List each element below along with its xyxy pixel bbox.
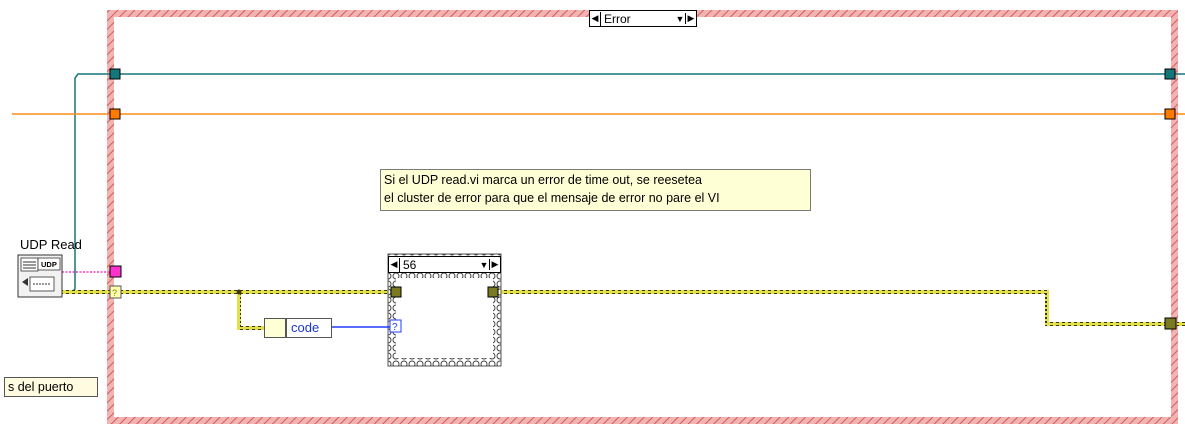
comment-line-1: Si el UDP read.vi marca un error de time… (384, 173, 702, 187)
inner-decrement-arrow-icon[interactable]: ◀ (389, 259, 399, 270)
inner-increment-arrow-icon[interactable]: ▶ (489, 259, 500, 270)
outer-case-selector[interactable]: ◀ Error ▼ ▶ (589, 10, 697, 27)
outer-tunnel-teal-left[interactable] (109, 68, 121, 80)
outer-case-structure[interactable] (107, 10, 1178, 424)
outer-case-selector-value: Error (600, 11, 675, 26)
outer-tunnel-pink[interactable] (109, 265, 122, 278)
unbundle-by-name-node[interactable] (264, 318, 286, 338)
outer-tunnel-error-right[interactable] (1164, 317, 1177, 330)
wire-junction (236, 289, 242, 295)
inner-dropdown-arrow-icon[interactable]: ▼ (479, 260, 489, 270)
block-diagram-canvas: ? ? UDP (12, 10, 1185, 424)
decrement-arrow-icon[interactable]: ◀ (590, 13, 600, 24)
unbundle-code-field[interactable]: code (286, 318, 332, 338)
outer-tunnel-teal-right[interactable] (1164, 68, 1176, 80)
unwired-tunnel-question-icon: ? (112, 288, 117, 298)
inner-tunnel-error-in[interactable] (390, 286, 402, 298)
outer-tunnel-orange-right[interactable] (1164, 108, 1176, 120)
udp-read-label: UDP Read (20, 237, 82, 252)
selector-question-icon: ? (392, 322, 398, 333)
port-label: s del puerto (4, 377, 98, 397)
outer-tunnel-orange-left[interactable] (109, 108, 121, 120)
inner-case-selector[interactable]: ◀ 56 ▼ ▶ (388, 256, 501, 273)
increment-arrow-icon[interactable]: ▶ (685, 13, 696, 24)
inner-tunnel-error-out[interactable] (487, 286, 499, 298)
dropdown-arrow-icon[interactable]: ▼ (675, 14, 685, 24)
comment-text-box[interactable]: Si el UDP read.vi marca un error de time… (380, 169, 811, 211)
inner-case-selector-value: 56 (399, 257, 479, 272)
udp-icon-text: UDP (41, 260, 57, 269)
comment-line-2: el cluster de error para que el mensaje … (384, 191, 720, 205)
